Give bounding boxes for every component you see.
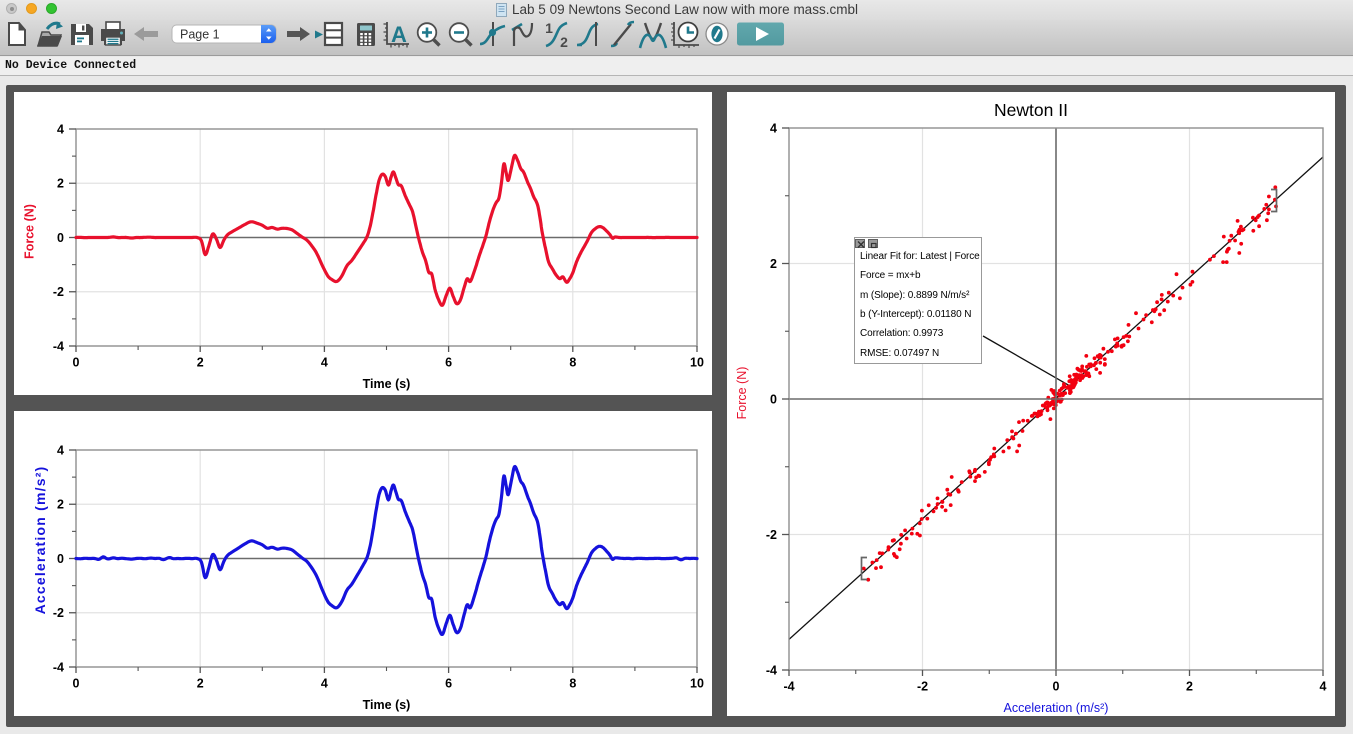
svg-text:6: 6 xyxy=(445,677,452,691)
svg-text:Force (N): Force (N) xyxy=(22,204,36,259)
svg-text:Time (s): Time (s) xyxy=(363,377,411,391)
svg-text:2: 2 xyxy=(770,257,777,271)
svg-text:A: A xyxy=(391,22,407,47)
svg-text:4: 4 xyxy=(321,356,328,370)
svg-text:0: 0 xyxy=(770,392,777,406)
svg-text:-2: -2 xyxy=(917,680,928,694)
svg-text:Newton II: Newton II xyxy=(994,100,1068,120)
svg-text:0: 0 xyxy=(73,356,80,370)
svg-text:2: 2 xyxy=(197,677,204,691)
svg-text:-2: -2 xyxy=(53,285,64,299)
svg-text:6: 6 xyxy=(445,356,452,370)
svg-text:4: 4 xyxy=(1320,680,1327,694)
svg-text:10: 10 xyxy=(690,677,704,691)
svg-text:-4: -4 xyxy=(783,680,794,694)
svg-text:4: 4 xyxy=(770,121,777,135)
svg-text:2: 2 xyxy=(560,34,568,50)
svg-text:-2: -2 xyxy=(766,528,777,542)
svg-text:10: 10 xyxy=(690,356,704,370)
svg-text:2: 2 xyxy=(57,498,64,512)
svg-text:Time (s): Time (s) xyxy=(363,698,411,712)
svg-text:0: 0 xyxy=(1053,680,1060,694)
svg-text:Force (N): Force (N) xyxy=(735,367,749,420)
svg-text:2: 2 xyxy=(57,177,64,191)
svg-text:Acceleration (m/s²): Acceleration (m/s²) xyxy=(32,466,48,615)
svg-text:-4: -4 xyxy=(53,660,64,674)
svg-text:0: 0 xyxy=(57,231,64,245)
svg-text:4: 4 xyxy=(321,677,328,691)
svg-text:2: 2 xyxy=(197,356,204,370)
svg-text:4: 4 xyxy=(57,443,64,457)
svg-text:8: 8 xyxy=(569,356,576,370)
svg-text:8: 8 xyxy=(569,677,576,691)
svg-text:Acceleration (m/s²): Acceleration (m/s²) xyxy=(1004,701,1109,715)
svg-text:2: 2 xyxy=(1186,680,1193,694)
svg-text:-4: -4 xyxy=(766,663,777,677)
svg-text:Page 1: Page 1 xyxy=(180,28,220,42)
svg-text:0: 0 xyxy=(57,552,64,566)
svg-text:1: 1 xyxy=(545,20,553,36)
svg-text:-4: -4 xyxy=(53,339,64,353)
svg-text:0: 0 xyxy=(73,677,80,691)
svg-text:4: 4 xyxy=(57,122,64,136)
svg-text:-2: -2 xyxy=(53,606,64,620)
